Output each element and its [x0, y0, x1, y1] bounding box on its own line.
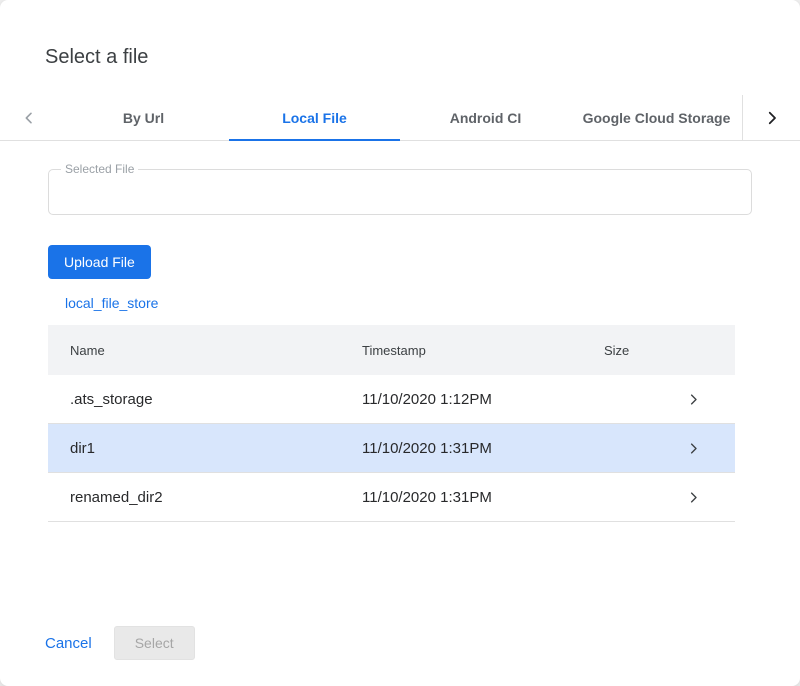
chevron-right-icon	[686, 392, 701, 407]
tab-scroll-left-button[interactable]	[0, 95, 58, 140]
file-name: renamed_dir2	[48, 489, 362, 506]
column-header-name: Name	[48, 343, 362, 358]
selected-file-field: Selected File	[48, 169, 752, 215]
table-row[interactable]: renamed_dir2 11/10/2020 1:31PM	[48, 473, 735, 522]
tab-label: Android CI	[450, 110, 522, 126]
dialog-title: Select a file	[0, 0, 800, 69]
select-button[interactable]: Select	[114, 626, 195, 660]
cancel-button[interactable]: Cancel	[45, 635, 92, 652]
row-open-button[interactable]	[651, 392, 735, 407]
file-timestamp: 11/10/2020 1:31PM	[362, 440, 604, 457]
chevron-right-icon	[763, 109, 781, 127]
breadcrumb-local-file-store[interactable]: local_file_store	[65, 295, 158, 311]
row-open-button[interactable]	[651, 441, 735, 456]
tab-local-file[interactable]: Local File	[229, 95, 400, 140]
breadcrumb: local_file_store	[48, 295, 752, 311]
select-file-dialog: Select a file By Url Local File Android …	[0, 0, 800, 686]
chevron-right-icon	[686, 441, 701, 456]
tab-panel-local-file: Selected File Upload File local_file_sto…	[0, 141, 800, 522]
tab-scroll-right-button[interactable]	[742, 95, 800, 140]
selected-file-label: Selected File	[61, 162, 138, 176]
tab-label: Local File	[282, 110, 347, 126]
table-row[interactable]: dir1 11/10/2020 1:31PM	[48, 424, 735, 473]
table-header-row: Name Timestamp Size	[48, 325, 735, 375]
file-timestamp: 11/10/2020 1:31PM	[362, 489, 604, 506]
table-row[interactable]: .ats_storage 11/10/2020 1:12PM	[48, 375, 735, 424]
upload-file-button[interactable]: Upload File	[48, 245, 151, 279]
file-timestamp: 11/10/2020 1:12PM	[362, 391, 604, 408]
chevron-left-icon	[21, 110, 37, 126]
column-header-size: Size	[604, 343, 651, 358]
tab-google-cloud-storage[interactable]: Google Cloud Storage	[571, 95, 742, 140]
column-header-timestamp: Timestamp	[362, 343, 604, 358]
tab-android-ci[interactable]: Android CI	[400, 95, 571, 140]
file-name: .ats_storage	[48, 391, 362, 408]
row-open-button[interactable]	[651, 490, 735, 505]
file-name: dir1	[48, 440, 362, 457]
tab-label: By Url	[123, 110, 164, 126]
tab-label: Google Cloud Storage	[583, 110, 731, 126]
dialog-footer: Cancel Select	[0, 626, 800, 686]
tab-bar: By Url Local File Android CI Google Clou…	[0, 95, 800, 141]
file-table: Name Timestamp Size .ats_storage 11/10/2…	[48, 325, 735, 522]
tab-by-url[interactable]: By Url	[58, 95, 229, 140]
chevron-right-icon	[686, 490, 701, 505]
selected-file-input[interactable]	[49, 170, 751, 214]
tab-list: By Url Local File Android CI Google Clou…	[58, 95, 742, 140]
